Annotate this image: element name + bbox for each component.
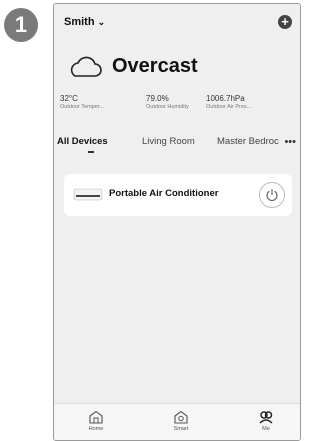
stat-air-pressure: 1006.7hPa Outdoor Air Pres...: [206, 94, 286, 110]
nav-smart[interactable]: Smart: [151, 410, 211, 432]
device-card[interactable]: Portable Air Conditioner: [64, 174, 292, 216]
step-number-badge: 1: [4, 8, 38, 42]
chevron-down-icon: ⌄: [97, 17, 106, 27]
stat-value: 32°C: [60, 94, 78, 103]
stat-temperature: 32°C Outdoor Temper...: [60, 94, 140, 110]
smart-icon: [174, 410, 188, 424]
me-icon: [259, 411, 273, 424]
room-tabs: All Devices Living Room Master Bedroc ••…: [54, 136, 300, 158]
add-device-button[interactable]: +: [278, 15, 292, 29]
cloud-icon: [70, 56, 102, 77]
more-tabs-button[interactable]: •••: [281, 136, 296, 148]
nav-label: Home: [88, 426, 104, 432]
nav-me[interactable]: Me: [236, 410, 296, 432]
stat-value: 1006.7hPa: [206, 94, 245, 103]
power-icon: [266, 188, 278, 202]
home-icon: [89, 410, 103, 424]
weather-condition: Overcast: [112, 55, 198, 77]
air-conditioner-icon: [73, 188, 103, 201]
active-tab-indicator: [88, 151, 94, 153]
nav-label: Smart: [173, 426, 189, 432]
top-bar: Smith ⌄ +: [64, 15, 292, 34]
stat-label: Outdoor Air Pres...: [206, 104, 252, 110]
tab-master-bedroom[interactable]: Master Bedroc: [217, 136, 279, 147]
plus-icon: +: [281, 14, 289, 29]
nav-home[interactable]: Home: [66, 410, 126, 432]
tab-all-devices[interactable]: All Devices: [57, 136, 108, 147]
device-name: Portable Air Conditioner: [109, 188, 219, 199]
power-button[interactable]: [259, 182, 285, 208]
stat-label: Outdoor Temper...: [60, 104, 104, 110]
nav-label: Me: [262, 426, 270, 432]
tab-living-room[interactable]: Living Room: [142, 136, 195, 147]
bottom-navigation: Home Smart Me: [54, 403, 300, 440]
phone-screen: Smith ⌄ + Overcast 32°C Outdoor Temper...…: [53, 3, 301, 441]
home-name: Smith: [64, 16, 95, 28]
home-selector[interactable]: Smith ⌄: [64, 16, 105, 28]
